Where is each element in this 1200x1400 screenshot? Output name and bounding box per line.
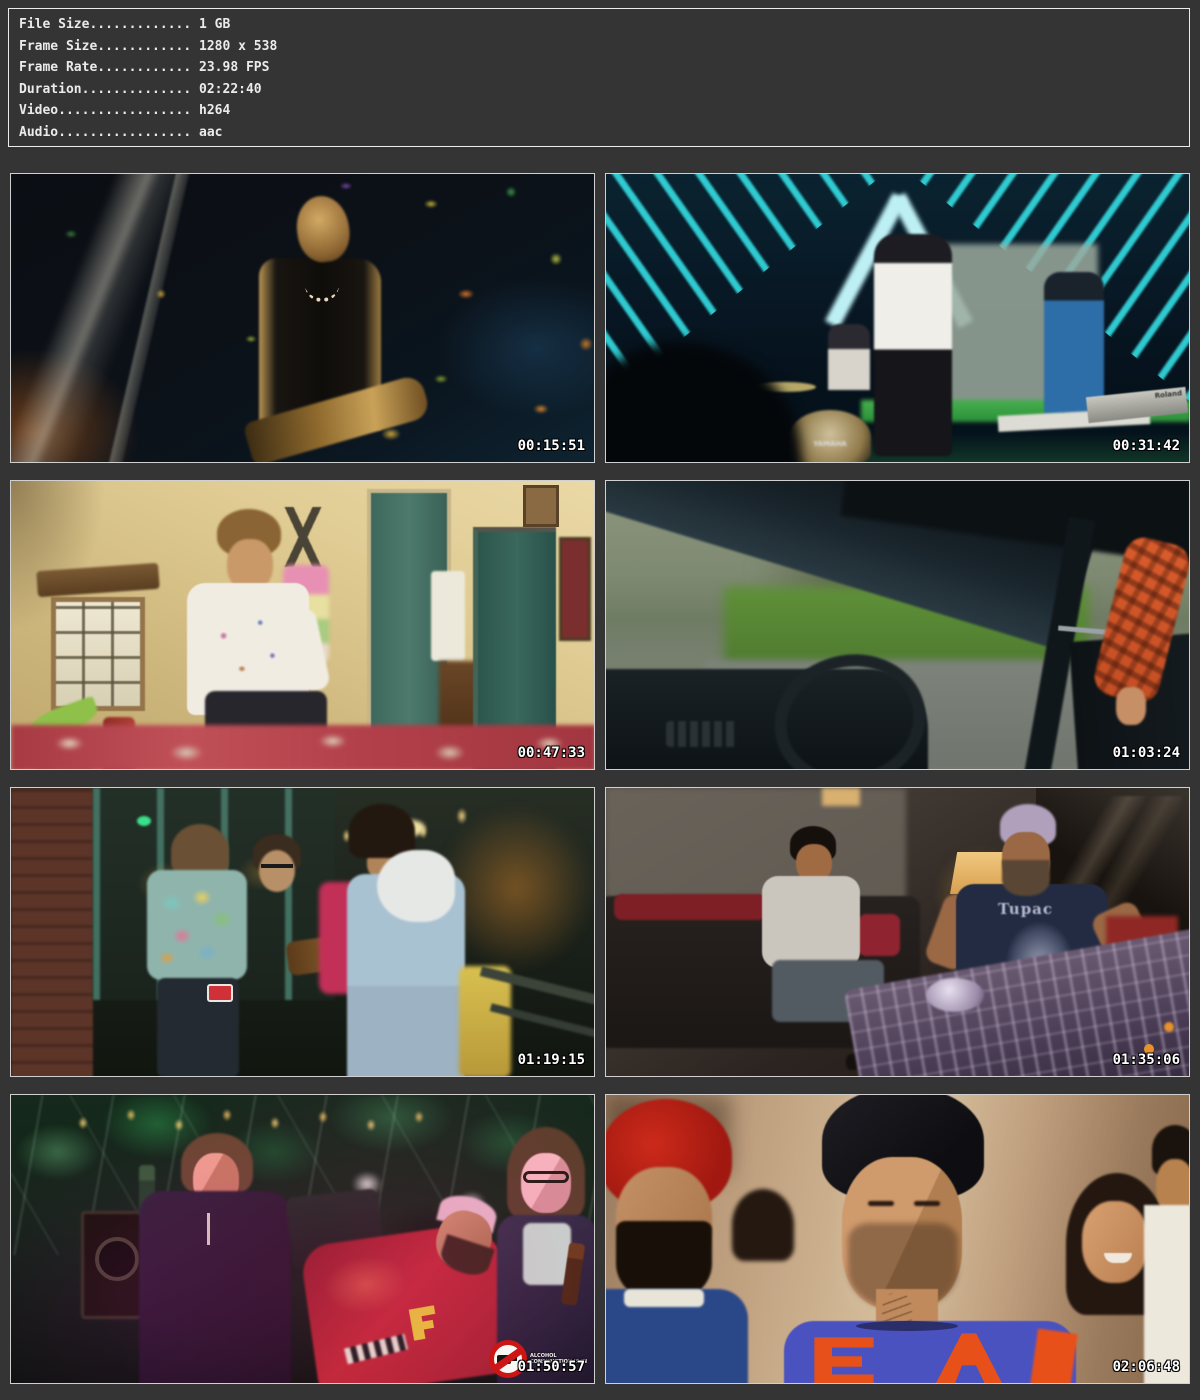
wall-hanging [559,537,591,641]
timestamp-overlay: 01:19:15 [518,1052,585,1068]
right-eyebrow [914,1201,940,1206]
producer-beard [1002,860,1050,896]
sweater-letter-block [1030,1328,1077,1384]
left-eyebrow [868,1201,894,1206]
wall-picture [523,485,559,527]
tshirt-text: Tupac [998,900,1053,918]
pocket-patch [207,984,233,1002]
timestamp-overlay: 01:35:06 [1113,1052,1180,1068]
timestamp-overlay: 01:03:24 [1113,745,1180,761]
timestamp-overlay: 00:15:51 [518,438,585,454]
gray-sweater [762,876,860,968]
info-line-duration: Duration.............. 02:22:40 [19,79,1189,101]
info-line-video: Video................. h264 [19,100,1189,122]
video-thumbnail-7: ALCOHOL CONSUMPTION IS IN 01:50:57 [10,1094,595,1384]
red-pillow-left [614,894,766,920]
video-thumbnail-2: YAMAHA Roland 00:31:42 [605,173,1190,463]
video-thumbnail-3: 00:47:33 [10,480,595,770]
green-light-dot [137,816,151,826]
towel [431,571,465,661]
video-thumbnail-5: 01:19:15 [10,787,595,1077]
timestamp-overlay: 02:06:48 [1113,1359,1180,1375]
wall-sconce [822,788,860,806]
white-collar [624,1289,704,1307]
bass-drum: YAMAHA [789,410,871,463]
info-line-frame-size: Frame Size............ 1280 x 538 [19,36,1189,58]
guitarist-face [259,850,295,892]
console-trackball [926,978,984,1012]
young-man-white-shirt [1144,1205,1190,1384]
air-vent [666,721,738,747]
brick-wall [11,788,93,1077]
drummer-figure [828,324,870,390]
video-thumbnail-4: 01:03:24 [605,480,1190,770]
timestamp-overlay: 00:31:42 [1113,438,1180,454]
red-pillow-right [858,914,900,956]
white-hood [377,850,455,922]
denim-man-hair [349,804,415,858]
lead-singer-figure [874,234,952,456]
thumbnail-grid: 00:15:51 YAMAHA Roland 00:31:42 [10,173,1190,1384]
media-info-panel: File Size............. 1 GB Frame Size..… [8,8,1190,147]
sweater-collar [856,1321,958,1331]
guitarist-glasses [261,864,293,868]
info-line-file-size: File Size............. 1 GB [19,14,1189,36]
video-thumbnail-8: 02:06:48 [605,1094,1190,1384]
confetti [11,174,595,463]
info-line-frame-rate: Frame Rate............ 23.98 FPS [19,57,1189,79]
video-thumbnail-6: Tupac 01:35:06 [605,787,1190,1077]
timestamp-overlay: 00:47:33 [518,745,585,761]
hand [1116,687,1146,725]
timestamp-overlay: 01:50:57 [518,1359,585,1375]
info-line-audio: Audio................. aac [19,122,1189,144]
patterned-blanket [11,725,595,770]
paisley-jacket [147,870,247,980]
woman-face [1082,1201,1148,1283]
preview-sheet: File Size............. 1 GB Frame Size..… [0,0,1200,1400]
background-person-hair [732,1189,794,1261]
crowd-silhouette [605,342,801,463]
video-thumbnail-1: 00:15:51 [10,173,595,463]
courtyard-window [51,597,145,711]
keyboardist-figure [1044,272,1104,414]
yellow-garment [459,966,511,1077]
console-led-1 [1164,1022,1174,1032]
